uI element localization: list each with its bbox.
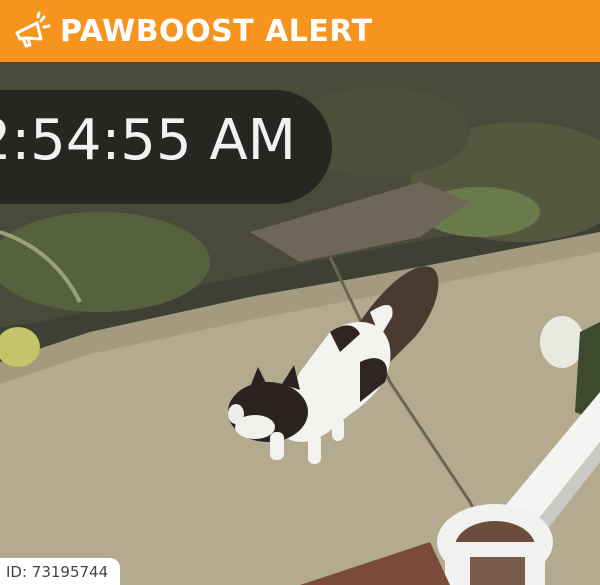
camera-timestamp: 2:54:55 AM — [0, 90, 332, 204]
id-badge: ID: 73195744 — [0, 558, 121, 585]
megaphone-icon — [8, 8, 54, 54]
alert-title: PAWBOOST ALERT — [60, 13, 373, 49]
id-badge-label: ID: 73195744 — [6, 562, 109, 581]
pet-photo: 2:54:55 AM ID: 73195744 — [0, 62, 600, 585]
alert-header: PAWBOOST ALERT — [0, 0, 600, 62]
timestamp-text: 2:54:55 AM — [0, 108, 296, 173]
